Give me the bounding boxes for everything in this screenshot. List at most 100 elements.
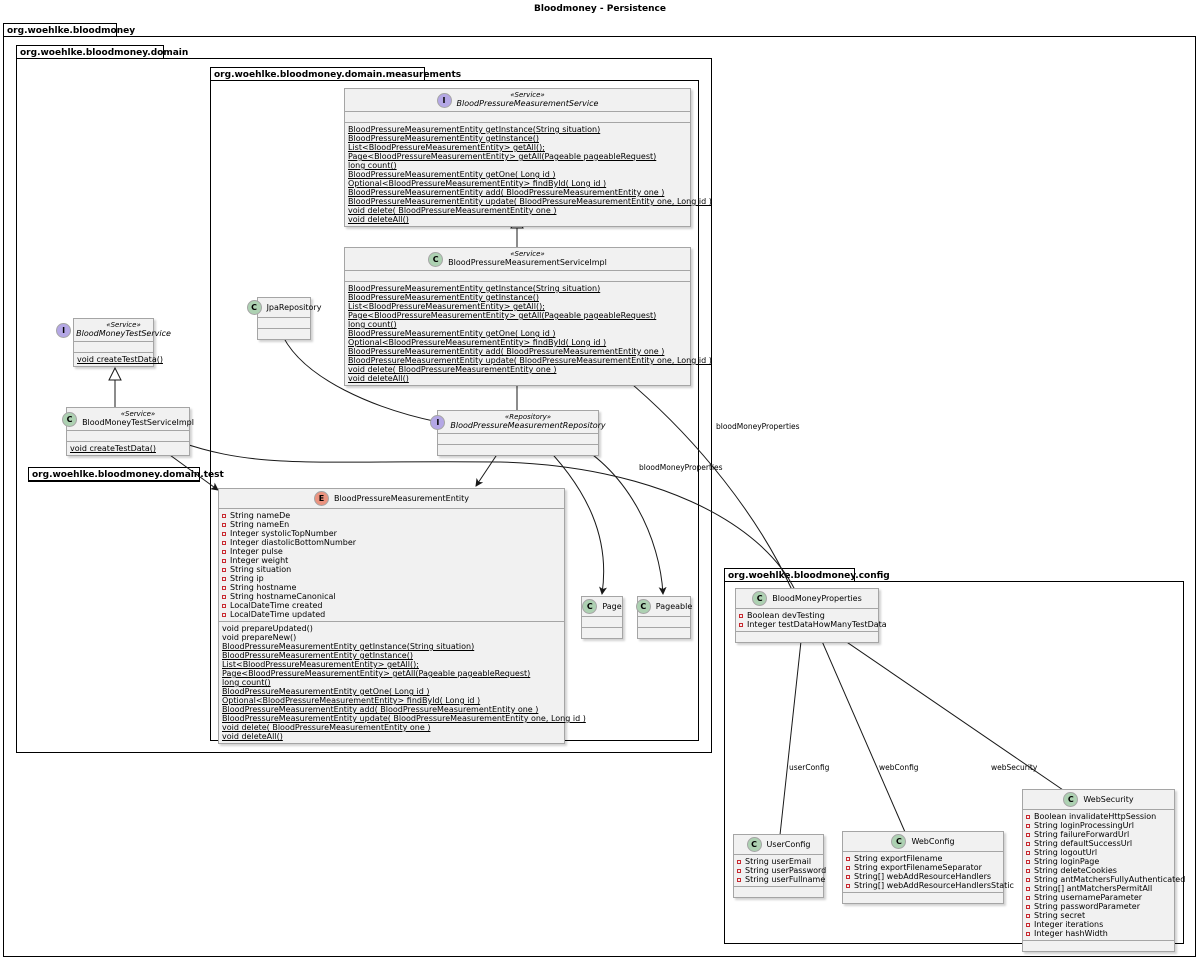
class-method: long count() <box>348 161 397 170</box>
class-header: I «Service» BloodMoneyTestService <box>56 319 171 342</box>
class-methods <box>438 445 598 455</box>
class-bloodmoneyproperties[interactable]: C BloodMoneyProperties Boolean devTesting I… <box>735 588 887 643</box>
class-field-text: String exportFilename <box>854 854 943 863</box>
class-method: Page<BloodPressureMeasurementEntity> get… <box>222 669 531 678</box>
private-visibility-icon <box>1026 904 1030 909</box>
class-field: Integer weight <box>222 556 561 565</box>
private-visibility-icon <box>222 522 226 527</box>
class-field-text: String hostname <box>230 583 297 592</box>
class-websecurity[interactable]: C WebSecurity Boolean invalidateHttpSessio… <box>1022 789 1185 952</box>
class-field: LocalDateTime updated <box>222 610 561 619</box>
class-header: C Pageable <box>635 597 693 617</box>
class-method: void prepareNew() <box>222 633 297 642</box>
class-field: Integer testDataHowManyTestData <box>739 620 887 629</box>
class-field-text: Integer hashWidth <box>1034 929 1108 938</box>
class-field: String exportFilenameSeparator <box>846 863 1000 872</box>
class-field-text: String ip <box>230 574 264 583</box>
class-kind-icon: C <box>891 834 907 849</box>
class-method: void prepareUpdated() <box>222 624 313 633</box>
class-field: String hostname <box>222 583 561 592</box>
class-stereotype: «Repository» <box>504 413 552 421</box>
class-field: String usernameParameter <box>1026 893 1171 902</box>
class-bloodmoneytestserviceimpl[interactable]: C «Service» BloodMoneyTestServiceImpl void … <box>62 407 194 456</box>
interface-bloodpressuremeasurementrepository[interactable]: I «Repository» BloodPressureMeasurementRep… <box>430 410 606 456</box>
class-bloodpressuremeasurementservice[interactable]: I «Service» BloodPressureMeasurementServic… <box>344 88 712 227</box>
link-properties-webconfig <box>813 622 906 833</box>
class-field-text: String[] antMatchersPermitAll <box>1034 884 1153 893</box>
private-visibility-icon <box>222 612 226 617</box>
class-method: void deleteAll() <box>348 374 409 383</box>
class-fields <box>67 431 189 442</box>
label-serviceimpl-properties: bloodMoneyProperties <box>716 422 800 431</box>
class-userconfig[interactable]: C UserConfig String userEmail String userPa… <box>733 834 826 898</box>
class-header: C WebConfig <box>843 832 1003 852</box>
class-field-text: Integer systolicTopNumber <box>230 529 337 538</box>
class-methods <box>258 329 310 339</box>
class-method: BloodPressureMeasurementEntity getOne( L… <box>222 687 430 696</box>
class-methods <box>843 893 1003 903</box>
class-title: Page <box>602 602 621 612</box>
class-field: String userPassword <box>737 866 826 875</box>
class-field-text: Boolean devTesting <box>747 611 825 620</box>
class-field-text: String deleteCookies <box>1034 866 1117 875</box>
class-field-text: String logoutUrl <box>1034 848 1098 857</box>
private-visibility-icon <box>846 856 850 861</box>
private-visibility-icon <box>1026 877 1030 882</box>
class-field-text: Integer iterations <box>1034 920 1104 929</box>
class-name: Pageable <box>655 601 693 611</box>
class-method: void deleteAll() <box>348 215 409 224</box>
private-visibility-icon <box>846 874 850 879</box>
class-fields <box>582 617 622 628</box>
private-visibility-icon <box>222 531 226 536</box>
class-field-text: String nameEn <box>230 520 290 529</box>
class-field-text: String hostnameCanonical <box>230 592 336 601</box>
class-bloodpressuremeasurementserviceimpl[interactable]: C «Service» BloodPressureMeasurementServic… <box>344 247 712 386</box>
class-name: WebConfig <box>911 836 955 846</box>
class-title: WebSecurity <box>1083 795 1133 805</box>
class-method: long count() <box>222 678 271 687</box>
private-visibility-icon <box>222 558 226 563</box>
class-header: C «Service» BloodPressureMeasurementServic… <box>345 248 690 271</box>
class-stereotype: «Service» <box>106 321 141 329</box>
class-fields: String exportFilename String exportFilena… <box>843 852 1014 893</box>
class-field: String exportFilename <box>846 854 1000 863</box>
class-fields <box>345 112 690 123</box>
private-visibility-icon <box>1026 895 1030 900</box>
class-method: BloodPressureMeasurementEntity getInstan… <box>348 293 539 302</box>
class-pageable[interactable]: C Pageable <box>635 596 693 639</box>
class-field-text: String loginPage <box>1034 857 1100 866</box>
class-webconfig[interactable]: C WebConfig String exportFilename String ex… <box>842 831 1014 904</box>
entity-bloodpressuremeasuremententity[interactable]: E BloodPressureMeasurementEntity String na… <box>218 488 586 744</box>
class-field: Integer diastolicBottomNumber <box>222 538 561 547</box>
class-method: void createTestData() <box>70 444 156 453</box>
class-method: BloodPressureMeasurementEntity add( Bloo… <box>348 188 665 197</box>
class-method: void delete( BloodPressureMeasurementEnt… <box>348 365 557 374</box>
class-methods: void createTestData() <box>67 442 189 455</box>
private-visibility-icon <box>222 549 226 554</box>
class-jparepository[interactable]: C JpaRepository <box>246 297 321 340</box>
interface-bloodmoneytestservice[interactable]: I «Service» BloodMoneyTestService void crea… <box>56 318 171 367</box>
class-kind-icon: C <box>428 251 444 267</box>
private-visibility-icon <box>1026 841 1030 846</box>
label-userconfig: userConfig <box>789 763 830 772</box>
class-fields <box>345 271 690 282</box>
class-methods <box>1023 941 1174 951</box>
class-field-text: Integer pulse <box>230 547 283 556</box>
class-field: Integer iterations <box>1026 920 1171 929</box>
class-field-text: String usernameParameter <box>1034 893 1143 902</box>
class-page[interactable]: C Page <box>581 596 623 639</box>
link-properties-userconfig <box>779 622 806 836</box>
label-testimpl-properties: bloodMoneyProperties <box>639 463 723 472</box>
class-fields: Boolean invalidateHttpSession String logi… <box>1023 810 1185 941</box>
private-visibility-icon <box>222 594 226 599</box>
class-name: WebSecurity <box>1083 794 1134 804</box>
class-kind-icon: C <box>635 599 651 614</box>
class-field: String situation <box>222 565 561 574</box>
class-stereotype: «Service» <box>510 250 545 258</box>
class-method: List<BloodPressureMeasurementEntity> get… <box>348 302 545 311</box>
link-serviceimpl-properties <box>619 373 793 591</box>
class-fields <box>74 342 153 353</box>
private-visibility-icon <box>222 513 226 518</box>
class-name: Page <box>602 601 622 611</box>
class-title: WebConfig <box>911 837 954 847</box>
